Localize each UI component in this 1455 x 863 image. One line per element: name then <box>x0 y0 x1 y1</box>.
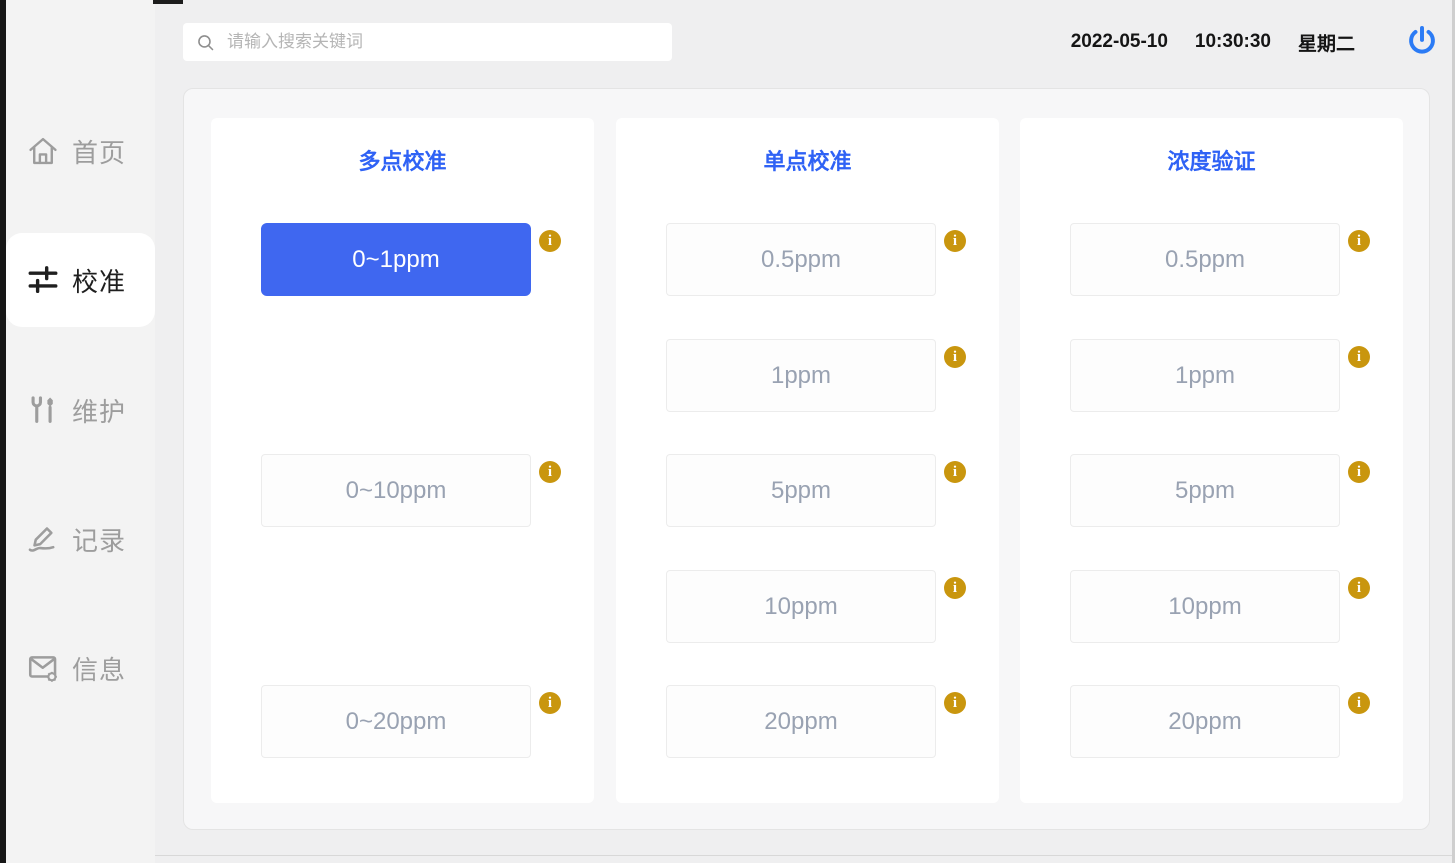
info-icon[interactable]: i <box>539 461 561 483</box>
clock-date: 2022-05-10 <box>1071 31 1168 53</box>
sidebar-item-calibration[interactable]: 校准 <box>6 233 155 327</box>
panel-verification: 浓度验证 0.5ppm i 1ppm i 5ppm i 10ppm i 20ppm i <box>1020 118 1403 803</box>
ppm-button-0.5ppm[interactable]: 0.5ppm <box>1070 223 1340 296</box>
info-icon[interactable]: i <box>1348 692 1370 714</box>
home-icon <box>26 134 60 168</box>
ppm-button-0.5ppm[interactable]: 0.5ppm <box>666 223 936 296</box>
tools-icon <box>26 393 60 427</box>
panel-single-point: 单点校准 0.5ppm i 1ppm i 5ppm i 10ppm i 20ppm i <box>616 118 999 803</box>
sidebar-item-maintenance[interactable]: 维护 <box>6 363 155 457</box>
mail-gear-icon <box>26 651 60 685</box>
screen-left-edge <box>0 0 6 863</box>
sidebar-item-label: 维护 <box>72 392 126 429</box>
info-icon[interactable]: i <box>944 692 966 714</box>
panel-title-single-point: 单点校准 <box>616 144 999 176</box>
ppm-button-20ppm[interactable]: 20ppm <box>1070 685 1340 758</box>
ppm-button-1ppm[interactable]: 1ppm <box>1070 339 1340 412</box>
ppm-button-5ppm[interactable]: 5ppm <box>1070 454 1340 527</box>
ppm-button-0~20ppm[interactable]: 0~20ppm <box>261 685 531 758</box>
info-icon[interactable]: i <box>539 692 561 714</box>
sidebar-item-messages[interactable]: 信息 <box>6 621 155 715</box>
ppm-button-0~10ppm[interactable]: 0~10ppm <box>261 454 531 527</box>
calibration-content: 多点校准 0~1ppm i 0~10ppm i 0~20ppm i 单点校准 0.5ppm i 1p… <box>183 88 1430 830</box>
ppm-button-5ppm[interactable]: 5ppm <box>666 454 936 527</box>
sidebar-item-label: 首页 <box>72 133 126 170</box>
ppm-button-10ppm[interactable]: 10ppm <box>1070 570 1340 643</box>
info-icon[interactable]: i <box>539 230 561 252</box>
sidebar-item-home[interactable]: 首页 <box>6 104 155 198</box>
power-icon <box>1405 24 1439 58</box>
sidebar-item-label: 信息 <box>72 650 126 687</box>
search-input[interactable] <box>225 31 662 53</box>
sidebar: 首页校准维护记录信息 <box>6 0 155 863</box>
panel-multi-point: 多点校准 0~1ppm i 0~10ppm i 0~20ppm i <box>211 118 594 803</box>
clock: 2022-05-10 10:30:30 星期二 <box>1071 0 1355 84</box>
signature-icon <box>26 522 60 556</box>
ppm-button-1ppm[interactable]: 1ppm <box>666 339 936 412</box>
info-icon[interactable]: i <box>944 346 966 368</box>
sidebar-item-label: 校准 <box>72 262 126 299</box>
panel-title-verification: 浓度验证 <box>1020 144 1403 176</box>
ppm-button-20ppm[interactable]: 20ppm <box>666 685 936 758</box>
info-icon[interactable]: i <box>1348 461 1370 483</box>
screen-top-notch <box>153 0 183 4</box>
info-icon[interactable]: i <box>944 230 966 252</box>
info-icon[interactable]: i <box>1348 230 1370 252</box>
info-icon[interactable]: i <box>944 461 966 483</box>
sliders-icon <box>26 263 60 297</box>
clock-time: 10:30:30 <box>1195 31 1271 53</box>
screen-bottom-line <box>6 855 1455 856</box>
search-icon <box>195 32 216 53</box>
sidebar-item-label: 记录 <box>72 521 126 558</box>
info-icon[interactable]: i <box>1348 346 1370 368</box>
clock-weekday: 星期二 <box>1298 29 1355 56</box>
sidebar-item-records[interactable]: 记录 <box>6 492 155 586</box>
info-icon[interactable]: i <box>944 577 966 599</box>
panel-title-multi-point: 多点校准 <box>211 144 594 176</box>
power-button[interactable] <box>1404 23 1440 59</box>
info-icon[interactable]: i <box>1348 577 1370 599</box>
ppm-button-10ppm[interactable]: 10ppm <box>666 570 936 643</box>
ppm-button-0~1ppm[interactable]: 0~1ppm <box>261 223 531 296</box>
search-box[interactable] <box>183 23 672 61</box>
